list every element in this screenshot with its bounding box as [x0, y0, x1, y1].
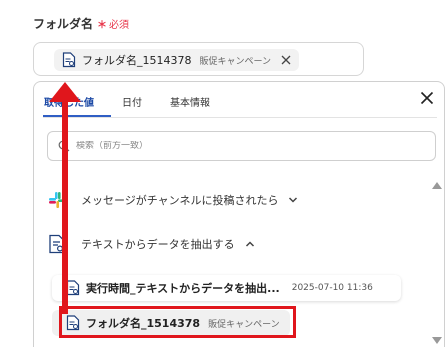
group-label: メッセージがチャンネルに投稿されたら — [81, 194, 279, 207]
group-slack-trigger[interactable]: メッセージがチャンネルに投稿されたら — [47, 190, 298, 210]
group-text-extraction[interactable]: テキストからデータを抽出する — [47, 234, 255, 254]
selected-value-chip[interactable]: フォルダ名_1514378 販促キャンペーン — [54, 49, 300, 71]
document-icon — [66, 315, 80, 331]
option-value: 販促キャンペーン — [208, 319, 280, 330]
tab-basic-info[interactable]: 基本情報 — [170, 94, 210, 118]
scroll-down-icon[interactable] — [431, 336, 443, 346]
value-option-folder-name[interactable]: フォルダ名_1514378 販促キャンペーン — [52, 310, 290, 336]
field-label-text: フォルダ名 — [33, 17, 94, 31]
required-mark: ＊ — [97, 20, 108, 31]
search-icon — [58, 140, 70, 152]
value-option-execution-time[interactable]: 実行時間_テキストからデータを抽出... 2025-07-10 11:36 — [52, 275, 401, 301]
group-label: テキストからデータを抽出する — [81, 238, 235, 251]
tab-date[interactable]: 日付 — [122, 94, 142, 118]
chip-subtext: 販促キャンペーン — [199, 56, 272, 67]
field-label: フォルダ名＊必須 — [33, 15, 129, 32]
search-field[interactable] — [47, 131, 436, 161]
document-icon — [49, 234, 65, 254]
scroll-up-icon[interactable] — [431, 180, 443, 190]
option-name: 実行時間_テキストからデータを抽出... — [86, 282, 280, 295]
value-picker-panel: 取得した値 日付 基本情報 メッセージがチャンネルに投稿されたら — [33, 81, 445, 347]
option-value: 2025-07-10 11:36 — [291, 283, 373, 293]
document-icon — [62, 52, 76, 68]
chevron-down-icon — [289, 197, 298, 203]
slack-icon — [49, 192, 65, 208]
option-name: フォルダ名_1514378 — [86, 317, 201, 330]
search-input[interactable] — [76, 141, 406, 151]
required-text: 必須 — [109, 20, 130, 31]
close-icon[interactable] — [420, 91, 434, 105]
chip-name: フォルダ名_1514378 — [82, 54, 192, 67]
remove-chip-icon[interactable] — [281, 55, 291, 65]
tab-divider — [43, 117, 437, 118]
document-icon — [66, 280, 80, 296]
chevron-up-icon — [245, 241, 254, 247]
